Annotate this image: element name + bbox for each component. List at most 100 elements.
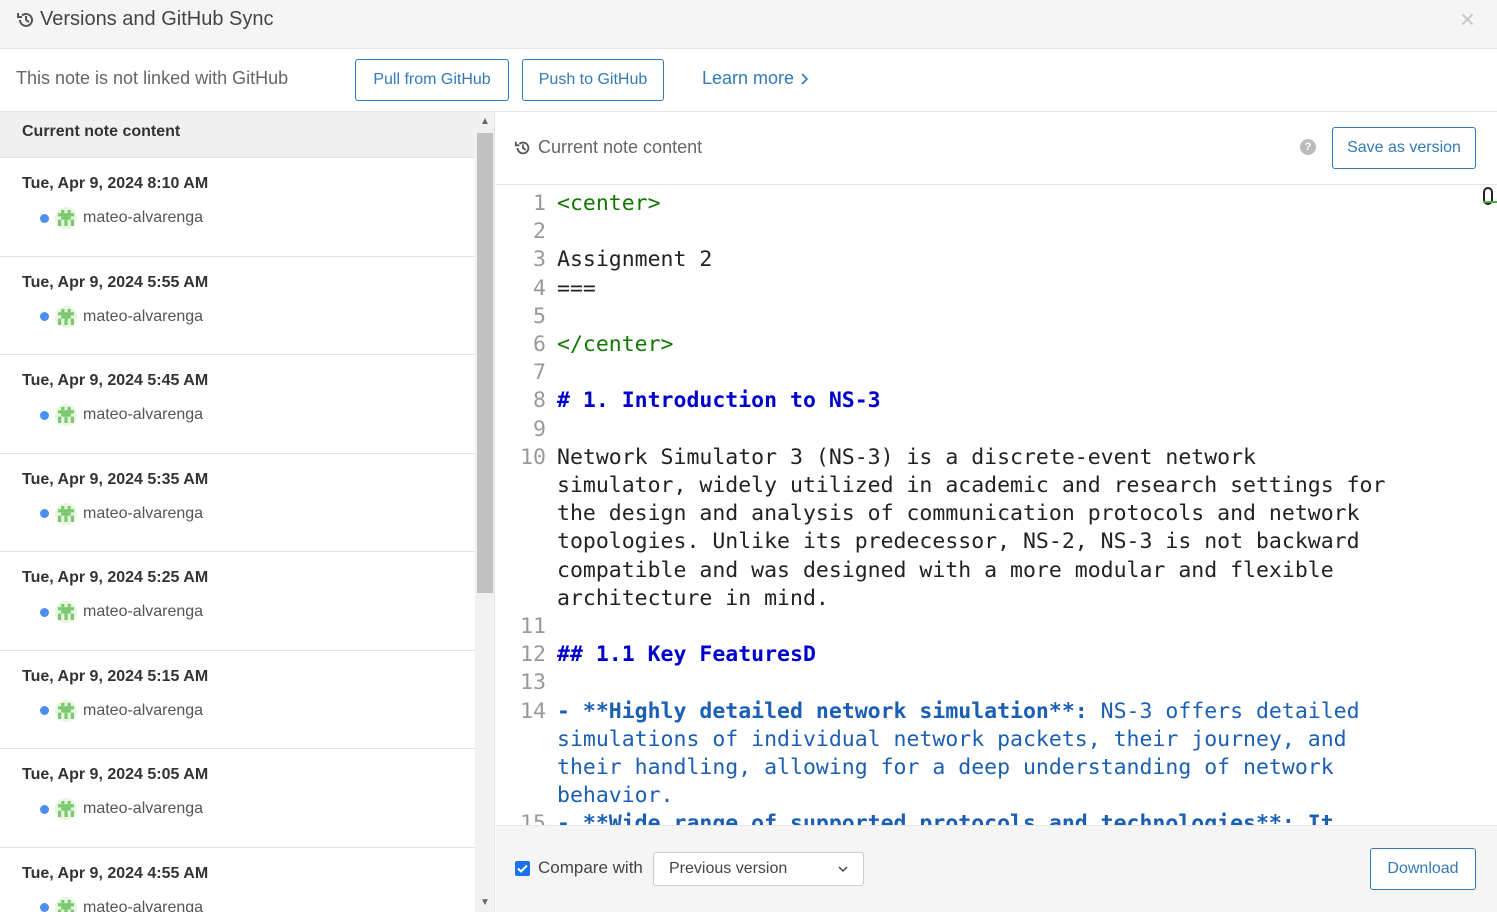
line-code: # 1. Introduction to NS-3 (557, 388, 881, 414)
avatar (55, 502, 77, 525)
download-button[interactable]: Download (1370, 848, 1476, 890)
line-number: 10 (520, 444, 546, 470)
identicon-icon (58, 702, 74, 719)
line-number: 13 (520, 670, 546, 696)
version-author: mateo-alvarenga (40, 896, 475, 912)
line-code: </center> (557, 332, 674, 357)
version-item-current[interactable]: Current note content (0, 112, 475, 158)
code-editor[interactable]: 1 <center> 2 3 Assignment 2 4 === 5 6 </center> 7 8… (496, 185, 1497, 825)
editor-change-marker (1483, 201, 1497, 203)
line-code: - **Highly detailed network simulation**… (557, 699, 1360, 724)
status-dot-icon (40, 804, 49, 814)
compare-version-select[interactable]: Previous version (653, 852, 864, 886)
version-author: mateo-alvarenga (40, 207, 475, 229)
line-number: 1 (533, 191, 546, 216)
version-item[interactable]: Tue, Apr 9, 2024 5:55 AM mateo-alvarenga (0, 257, 475, 355)
version-item[interactable]: Tue, Apr 9, 2024 4:55 AM mateo-alvarenga (0, 848, 475, 912)
version-author: mateo-alvarenga (40, 601, 475, 623)
avatar (55, 305, 77, 328)
preview-footer: Compare with Previous version Download (496, 825, 1497, 912)
push-to-github-button[interactable]: Push to GitHub (522, 59, 664, 101)
version-item[interactable]: Tue, Apr 9, 2024 5:45 AM mateo-alvarenga (0, 355, 475, 454)
line-code: ## 1.1 Key FeaturesD (557, 642, 816, 668)
version-author-name: mateo-alvarenga (83, 406, 204, 423)
learn-more-link[interactable]: Learn more (702, 68, 809, 89)
version-item[interactable]: Tue, Apr 9, 2024 5:25 AM mateo-alvarenga (0, 552, 475, 651)
avatar (55, 601, 77, 623)
github-sync-bar: This note is not linked with GitHub Pull… (0, 49, 1497, 112)
line-code: Assignment 2 (557, 247, 713, 273)
status-dot-icon (40, 213, 49, 223)
version-author-name: mateo-alvarenga (83, 800, 204, 817)
status-dot-icon (40, 903, 49, 912)
avatar (55, 699, 77, 722)
save-as-version-button[interactable]: Save as version (1332, 127, 1476, 169)
line-number: 8 (533, 388, 546, 414)
version-item[interactable]: Tue, Apr 9, 2024 5:05 AM mateo-alvarenga (0, 749, 475, 848)
identicon-icon (58, 308, 74, 325)
status-dot-icon (40, 410, 49, 420)
identicon-icon (58, 801, 74, 817)
compare-with-label: Compare with (538, 858, 643, 877)
version-timestamp: Tue, Apr 9, 2024 5:25 AM (22, 569, 209, 586)
version-author-name: mateo-alvarenga (83, 898, 204, 912)
line-code: simulations of individual network packet… (557, 726, 1347, 752)
line-number: 4 (533, 275, 546, 301)
code-list-text: NS-3 offers detailed (1087, 698, 1360, 724)
line-code: === (557, 275, 596, 301)
line-code: - **Wide range of supported protocols an… (557, 811, 1334, 825)
preview-title-text: Current note content (538, 137, 703, 157)
line-number: 15 (520, 811, 546, 825)
line-code: Network Simulator 3 (NS-3) is a discrete… (557, 444, 1256, 470)
scroll-up-arrow-icon[interactable]: ▲ (480, 116, 490, 127)
history-icon (514, 141, 530, 154)
version-author: mateo-alvarenga (40, 699, 475, 722)
version-author: mateo-alvarenga (40, 502, 475, 525)
line-number: 6 (533, 332, 546, 357)
learn-more-label: Learn more (702, 68, 795, 88)
version-item[interactable]: Tue, Apr 9, 2024 5:35 AM mateo-alvarenga (0, 454, 475, 552)
line-code: the design and analysis of communication… (557, 501, 1360, 527)
line-code: simulator, widely utilized in academic a… (557, 473, 1386, 498)
modal-title-text: Versions and GitHub Sync (40, 8, 274, 30)
line-number: 5 (533, 303, 546, 329)
version-author: mateo-alvarenga (40, 798, 475, 820)
line-number: 14 (520, 698, 546, 724)
line-number: 7 (533, 360, 546, 386)
version-timestamp: Tue, Apr 9, 2024 5:15 AM (22, 667, 209, 685)
version-author-name: mateo-alvarenga (83, 209, 204, 226)
preview-header: Current note content ? Save as version (496, 112, 1497, 185)
checkmark-icon (517, 864, 528, 873)
version-timestamp: Tue, Apr 9, 2024 4:55 AM (22, 864, 209, 882)
modal-title: Versions and GitHub Sync (16, 8, 273, 31)
identicon-icon (58, 899, 74, 912)
line-number: 3 (533, 247, 546, 273)
version-author-name: mateo-alvarenga (83, 307, 204, 325)
scroll-down-arrow-icon[interactable]: ▼ (480, 897, 490, 908)
pull-from-github-button[interactable]: Pull from GitHub (355, 59, 509, 101)
version-author-name: mateo-alvarenga (83, 701, 204, 719)
identicon-icon (58, 604, 74, 620)
version-item[interactable]: Tue, Apr 9, 2024 8:10 AM mateo-alvarenga (0, 158, 475, 257)
sync-status-text: This note is not linked with GitHub (16, 68, 289, 88)
version-timestamp: Tue, Apr 9, 2024 5:05 AM (22, 766, 209, 783)
help-icon[interactable]: ? (1300, 139, 1316, 155)
scrollbar-thumb[interactable] (477, 133, 493, 593)
version-author: mateo-alvarenga (40, 404, 475, 426)
version-timestamp: Tue, Apr 9, 2024 5:45 AM (22, 372, 209, 389)
identicon-icon (58, 210, 74, 226)
close-button[interactable]: × (1460, 6, 1475, 32)
avatar (55, 896, 77, 912)
status-dot-icon (40, 607, 49, 617)
version-timestamp: Tue, Apr 9, 2024 5:55 AM (22, 273, 209, 291)
version-list-scrollbar[interactable]: ▲ ▼ (475, 112, 495, 912)
version-item[interactable]: Tue, Apr 9, 2024 5:15 AM mateo-alvarenga (0, 651, 475, 749)
version-timestamp: Tue, Apr 9, 2024 8:10 AM (22, 175, 209, 192)
status-dot-icon (40, 509, 49, 518)
compare-checkbox[interactable] (515, 861, 530, 876)
status-dot-icon (40, 706, 49, 715)
version-author-name: mateo-alvarenga (83, 603, 204, 620)
modal-header: Versions and GitHub Sync × (0, 0, 1497, 49)
line-code: architecture in mind. (557, 585, 829, 611)
avatar (55, 798, 77, 820)
